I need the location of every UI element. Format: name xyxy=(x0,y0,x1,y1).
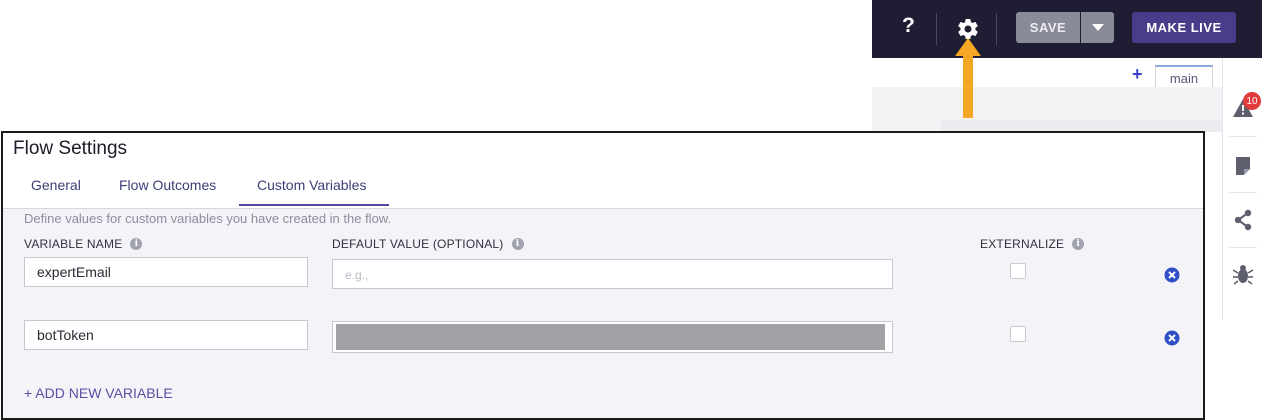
right-sidebar: 10 xyxy=(1222,58,1262,320)
add-new-variable-button[interactable]: + ADD NEW VARIABLE xyxy=(24,385,173,401)
make-live-button[interactable]: MAKE LIVE xyxy=(1132,12,1236,43)
help-icon[interactable]: ? xyxy=(902,14,915,38)
active-tab-indicator xyxy=(239,204,389,206)
column-header-externalize: EXTERNALIZE i xyxy=(980,237,1085,251)
debug-button[interactable] xyxy=(1223,263,1262,285)
toolbar-divider xyxy=(996,13,997,45)
default-value-input[interactable] xyxy=(332,259,893,289)
info-icon[interactable]: i xyxy=(130,238,143,250)
sidebar-divider xyxy=(1229,136,1257,137)
add-tab-icon[interactable]: + xyxy=(1132,64,1143,85)
masked-value xyxy=(336,324,885,350)
externalize-checkbox[interactable] xyxy=(1010,263,1026,279)
column-label: VARIABLE NAME xyxy=(24,237,123,251)
note-icon xyxy=(1236,157,1250,175)
flow-settings-header: Flow Settings General Flow Outcomes Cust… xyxy=(3,133,1203,209)
warning-count-badge: 10 xyxy=(1243,92,1261,110)
info-icon[interactable]: i xyxy=(511,238,524,250)
column-header-variable-name: VARIABLE NAME i xyxy=(24,237,143,251)
notes-button[interactable] xyxy=(1223,156,1262,176)
column-label: EXTERNALIZE xyxy=(980,237,1065,251)
sidebar-divider xyxy=(1229,192,1257,193)
tab-flow-outcomes[interactable]: Flow Outcomes xyxy=(119,177,216,193)
canvas-tab-main[interactable]: main xyxy=(1155,65,1213,89)
remove-variable-icon[interactable] xyxy=(1164,267,1180,283)
save-options-dropdown[interactable] xyxy=(1081,12,1114,43)
externalize-checkbox[interactable] xyxy=(1010,326,1026,342)
top-toolbar: ? SAVE MAKE LIVE xyxy=(872,0,1262,58)
page-title: Flow Settings xyxy=(13,138,128,159)
flow-settings-panel: Flow Settings General Flow Outcomes Cust… xyxy=(1,131,1205,420)
default-value-input-masked[interactable] xyxy=(332,321,893,353)
sidebar-divider xyxy=(1229,247,1257,248)
variable-name-input[interactable] xyxy=(24,320,308,350)
canvas-tab-strip: + main xyxy=(872,62,1222,89)
info-icon[interactable]: i xyxy=(1072,238,1085,250)
highlight-arrow-icon xyxy=(955,38,981,118)
variable-name-input[interactable] xyxy=(24,257,308,287)
tab-general[interactable]: General xyxy=(31,177,81,193)
column-label: DEFAULT VALUE (OPTIONAL) xyxy=(332,237,504,251)
bug-icon xyxy=(1232,265,1254,285)
column-header-default-value: DEFAULT VALUE (OPTIONAL) i xyxy=(332,237,524,251)
save-button[interactable]: SAVE xyxy=(1016,12,1080,43)
description-text: Define values for custom variables you h… xyxy=(24,211,392,226)
toolbar-divider xyxy=(936,13,937,45)
tab-custom-variables[interactable]: Custom Variables xyxy=(257,177,366,193)
share-button[interactable] xyxy=(1223,209,1262,231)
remove-variable-icon[interactable] xyxy=(1164,330,1180,346)
share-icon xyxy=(1234,209,1252,231)
